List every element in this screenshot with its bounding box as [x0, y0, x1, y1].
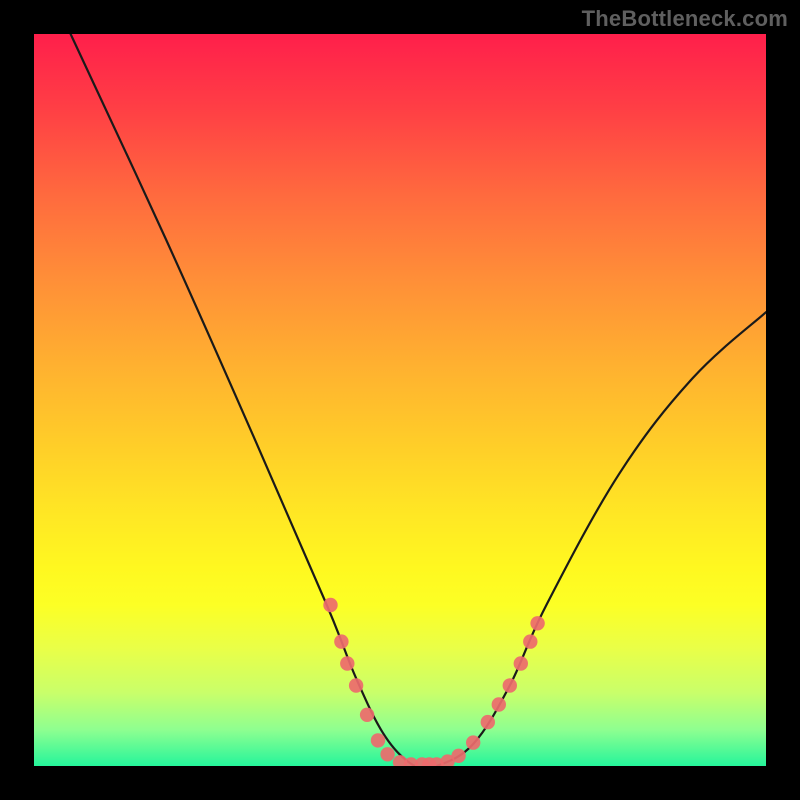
curve-path	[71, 34, 766, 766]
curve-marker	[340, 656, 354, 670]
curve-marker	[514, 656, 528, 670]
chart-svg	[34, 34, 766, 766]
watermark-text: TheBottleneck.com	[582, 6, 788, 32]
curve-marker	[492, 697, 506, 711]
curve-marker	[380, 747, 394, 761]
curve-marker	[481, 715, 495, 729]
curve-marker	[523, 634, 537, 648]
chart-frame: TheBottleneck.com	[0, 0, 800, 800]
curve-marker	[503, 678, 517, 692]
curve-markers	[323, 598, 545, 766]
curve-marker	[360, 708, 374, 722]
curve-marker	[323, 598, 337, 612]
curve-marker	[349, 678, 363, 692]
curve-marker	[371, 733, 385, 747]
curve-marker	[466, 735, 480, 749]
curve-marker	[530, 616, 544, 630]
curve-marker	[334, 634, 348, 648]
curve-marker	[451, 749, 465, 763]
